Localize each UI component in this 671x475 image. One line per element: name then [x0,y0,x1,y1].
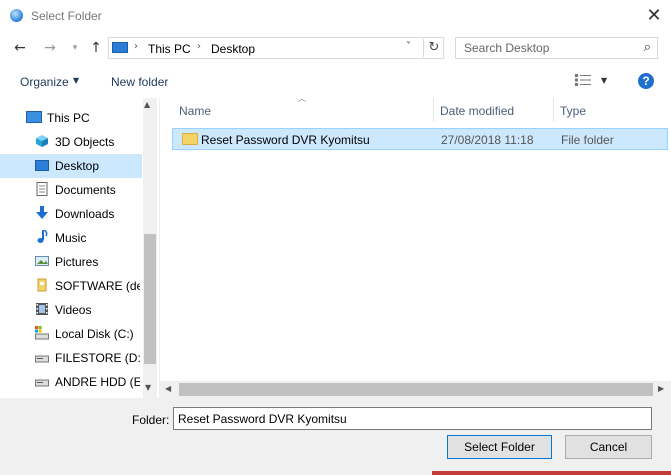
address-bar[interactable]: › This PC › Desktop ˅ ↻ [108,37,444,59]
sidebar-item-desktop[interactable]: Desktop [0,154,142,178]
select-folder-button[interactable]: Select Folder [447,435,552,459]
file-name: Reset Password DVR Kyomitsu [201,133,370,147]
computer-icon [26,111,42,123]
search-input[interactable] [464,41,634,55]
horizontal-scrollbar-thumb[interactable] [179,383,653,396]
video-icon [35,302,49,316]
sidebar-item-label: Desktop [55,159,100,173]
chevron-down-icon[interactable]: ▼ [601,76,607,85]
breadcrumb-separator[interactable]: › [197,41,201,52]
search-icon[interactable]: ⌕ [644,40,651,55]
download-icon [35,206,49,220]
sidebar-item-this-pc[interactable]: This PC [0,106,142,130]
column-name[interactable]: Name [179,104,211,118]
sidebar-item-label: ANDRE HDD (E:) [55,375,140,389]
title-bar: Select Folder ✕ [0,0,671,32]
sidebar-item-music[interactable]: Music [0,226,142,250]
music-icon [35,229,49,244]
breadcrumb-this-pc[interactable]: This PC [148,42,191,56]
new-folder-button[interactable]: New folder [111,75,168,89]
cancel-button[interactable]: Cancel [565,435,652,459]
drive-icon [35,350,49,364]
sidebar-item-software[interactable]: SOFTWARE (des [0,274,142,298]
document-icon [35,182,49,196]
search-box[interactable]: ⌕ [455,37,658,59]
computer-icon [112,42,128,53]
sidebar-item-local-disk-c[interactable]: Local Disk (C:) [0,322,142,346]
arrow-up-icon: ↑ [90,40,102,56]
sidebar-item-3d-objects[interactable]: 3D Objects [0,130,142,154]
file-date-modified: 27/08/2018 11:18 [441,133,534,147]
drive-icon [35,374,49,388]
close-button[interactable]: ✕ [640,4,668,28]
column-divider[interactable] [553,98,554,122]
sidebar-item-andre-hdd-e[interactable]: ANDRE HDD (E:) [0,370,142,394]
help-icon[interactable]: ? [638,73,654,89]
scroll-up-icon[interactable]: ▲ [144,100,150,109]
sidebar-item-label: SOFTWARE (des [55,279,140,293]
navigation-scrollbar-thumb[interactable] [144,234,156,364]
pane-divider[interactable] [159,98,160,398]
navigation-pane: This PC 3D Objects Desktop Documents Dow… [0,98,159,398]
up-button[interactable]: ↑ [86,37,106,59]
close-icon: ✕ [646,5,662,26]
column-date-modified[interactable]: Date modified [440,104,514,118]
address-dropdown-icon[interactable]: ˅ [406,41,411,52]
file-type: File folder [561,133,614,147]
folder-name-field[interactable] [173,407,652,430]
refresh-icon[interactable]: ↻ [423,39,444,57]
desktop-icon [35,160,49,171]
organize-button[interactable]: Organize [20,75,69,89]
sort-ascending-icon: ︿ [298,94,306,103]
sidebar-item-label: Downloads [55,207,115,221]
window-title: Select Folder [31,9,102,23]
sidebar-item-videos[interactable]: Videos [0,298,142,322]
toolbar: Organize ▼ New folder ▼ ? [0,68,671,96]
sidebar-item-label: Videos [55,303,92,317]
sidebar-item-label: This PC [47,111,90,125]
sidebar-item-label: Documents [55,183,116,197]
cube-icon [35,134,49,148]
app-icon [10,9,23,22]
scroll-left-icon[interactable]: ◀ [165,384,171,393]
drive-icon [35,326,49,340]
sidebar-item-label: Music [55,231,87,245]
sidebar-item-downloads[interactable]: Downloads [0,202,142,226]
chevron-down-icon: ▾ [72,43,78,53]
sidebar-item-pictures[interactable]: Pictures [0,250,142,274]
sidebar-item-label: Local Disk (C:) [55,327,134,341]
folder-icon [35,278,49,292]
breadcrumb-desktop[interactable]: Desktop [211,42,255,56]
view-options-icon[interactable] [575,74,591,86]
background-strip [432,471,671,475]
column-type[interactable]: Type [560,104,586,118]
folder-label: Folder: [132,413,170,427]
folder-icon [182,133,198,145]
sidebar-item-documents[interactable]: Documents [0,178,142,202]
column-header: Name Date modified Type [160,98,671,122]
pictures-icon [35,254,49,268]
chevron-down-icon[interactable]: ▼ [73,76,79,85]
scroll-down-icon[interactable]: ▼ [145,383,151,392]
arrow-right-icon: → [44,40,56,56]
sidebar-item-filestore-d[interactable]: FILESTORE (D:) [0,346,142,370]
sidebar-item-label: 3D Objects [55,135,115,149]
sidebar-item-label: Pictures [55,255,99,269]
column-divider[interactable] [433,98,434,122]
recent-locations-button[interactable]: ▾ [65,37,85,59]
back-button[interactable]: ← [10,37,30,59]
scroll-right-icon[interactable]: ▶ [658,384,664,393]
forward-button[interactable]: → [40,37,60,59]
breadcrumb-separator[interactable]: › [134,41,138,52]
sidebar-item-label: FILESTORE (D:) [55,351,140,365]
arrow-left-icon: ← [14,40,26,56]
list-item[interactable]: Reset Password DVR Kyomitsu 27/08/2018 1… [172,128,668,150]
